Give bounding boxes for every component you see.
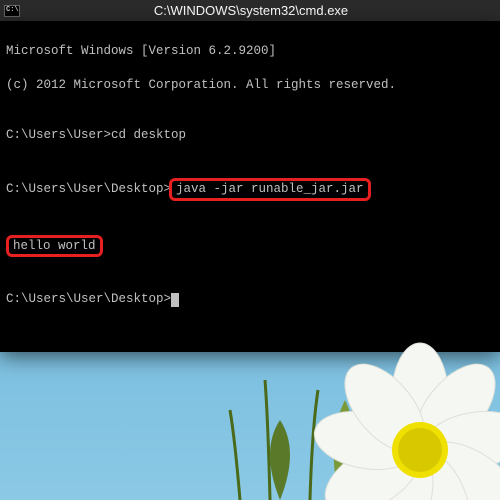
copyright-line: (c) 2012 Microsoft Corporation. All righ… — [6, 77, 494, 94]
cmd-icon: C:\ — [4, 5, 20, 17]
prompt-line-1: C:\Users\User>cd desktop — [6, 127, 494, 144]
window-titlebar[interactable]: C:\ C:\WINDOWS\system32\cmd.exe — [0, 0, 500, 22]
highlighted-output: hello world — [6, 235, 103, 258]
window-title: C:\WINDOWS\system32\cmd.exe — [24, 3, 496, 18]
command-text: cd desktop — [111, 127, 186, 144]
output-text: hello world — [13, 239, 96, 253]
prompt-text: C:\Users\User> — [6, 127, 111, 144]
command-text: java -jar runable_jar.jar — [176, 182, 364, 196]
version-line: Microsoft Windows [Version 6.2.9200] — [6, 43, 494, 60]
prompt-line-3: C:\Users\User\Desktop> — [6, 291, 494, 308]
prompt-line-2: C:\Users\User\Desktop> java -jar runable_… — [6, 178, 494, 201]
output-line: hello world — [6, 235, 494, 258]
prompt-text: C:\Users\User\Desktop> — [6, 181, 171, 198]
cmd-icon-text: C:\ — [6, 7, 19, 14]
prompt-text: C:\Users\User\Desktop> — [6, 291, 171, 308]
cursor — [171, 293, 179, 307]
terminal-output[interactable]: Microsoft Windows [Version 6.2.9200] (c)… — [0, 22, 500, 352]
highlighted-command: java -jar runable_jar.jar — [169, 178, 371, 201]
